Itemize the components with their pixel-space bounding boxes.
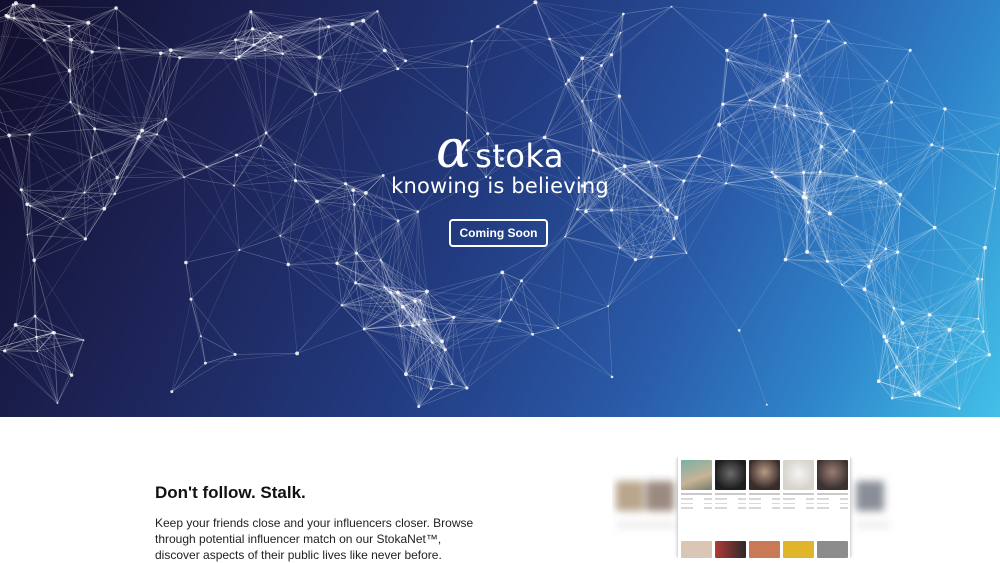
profile-preview-image — [612, 457, 896, 558]
profile-card — [749, 460, 780, 509]
tagline: knowing is believing — [0, 174, 1000, 198]
profile-card — [715, 541, 746, 558]
profile-card — [783, 541, 814, 558]
brand-block: α stoka knowing is believing — [0, 124, 1000, 198]
alpha-logo-icon: α — [436, 124, 471, 176]
network-lines — [0, 2, 1000, 408]
logo: α stoka — [0, 124, 1000, 176]
profile-card — [715, 460, 746, 509]
logo-text: stoka — [475, 136, 564, 176]
profile-card — [817, 541, 848, 558]
network-background — [0, 0, 1000, 417]
profile-card — [783, 460, 814, 509]
feature-copy: Don't follow. Stalk. Keep your friends c… — [155, 483, 475, 563]
profile-cards-panel — [678, 457, 850, 558]
profile-card — [817, 460, 848, 509]
profile-card — [681, 541, 712, 558]
hero-banner: α stoka knowing is believing Coming Soon — [0, 0, 1000, 417]
feature-heading: Don't follow. Stalk. — [155, 483, 475, 503]
preview-blur-left — [612, 457, 678, 558]
profile-card — [749, 541, 780, 558]
feature-section: Don't follow. Stalk. Keep your friends c… — [0, 417, 1000, 558]
coming-soon-button[interactable]: Coming Soon — [449, 219, 548, 247]
profile-card — [681, 460, 712, 509]
feature-body: Keep your friends close and your influen… — [155, 515, 475, 563]
network-nodes — [0, 0, 1000, 410]
preview-blur-right — [850, 457, 896, 558]
